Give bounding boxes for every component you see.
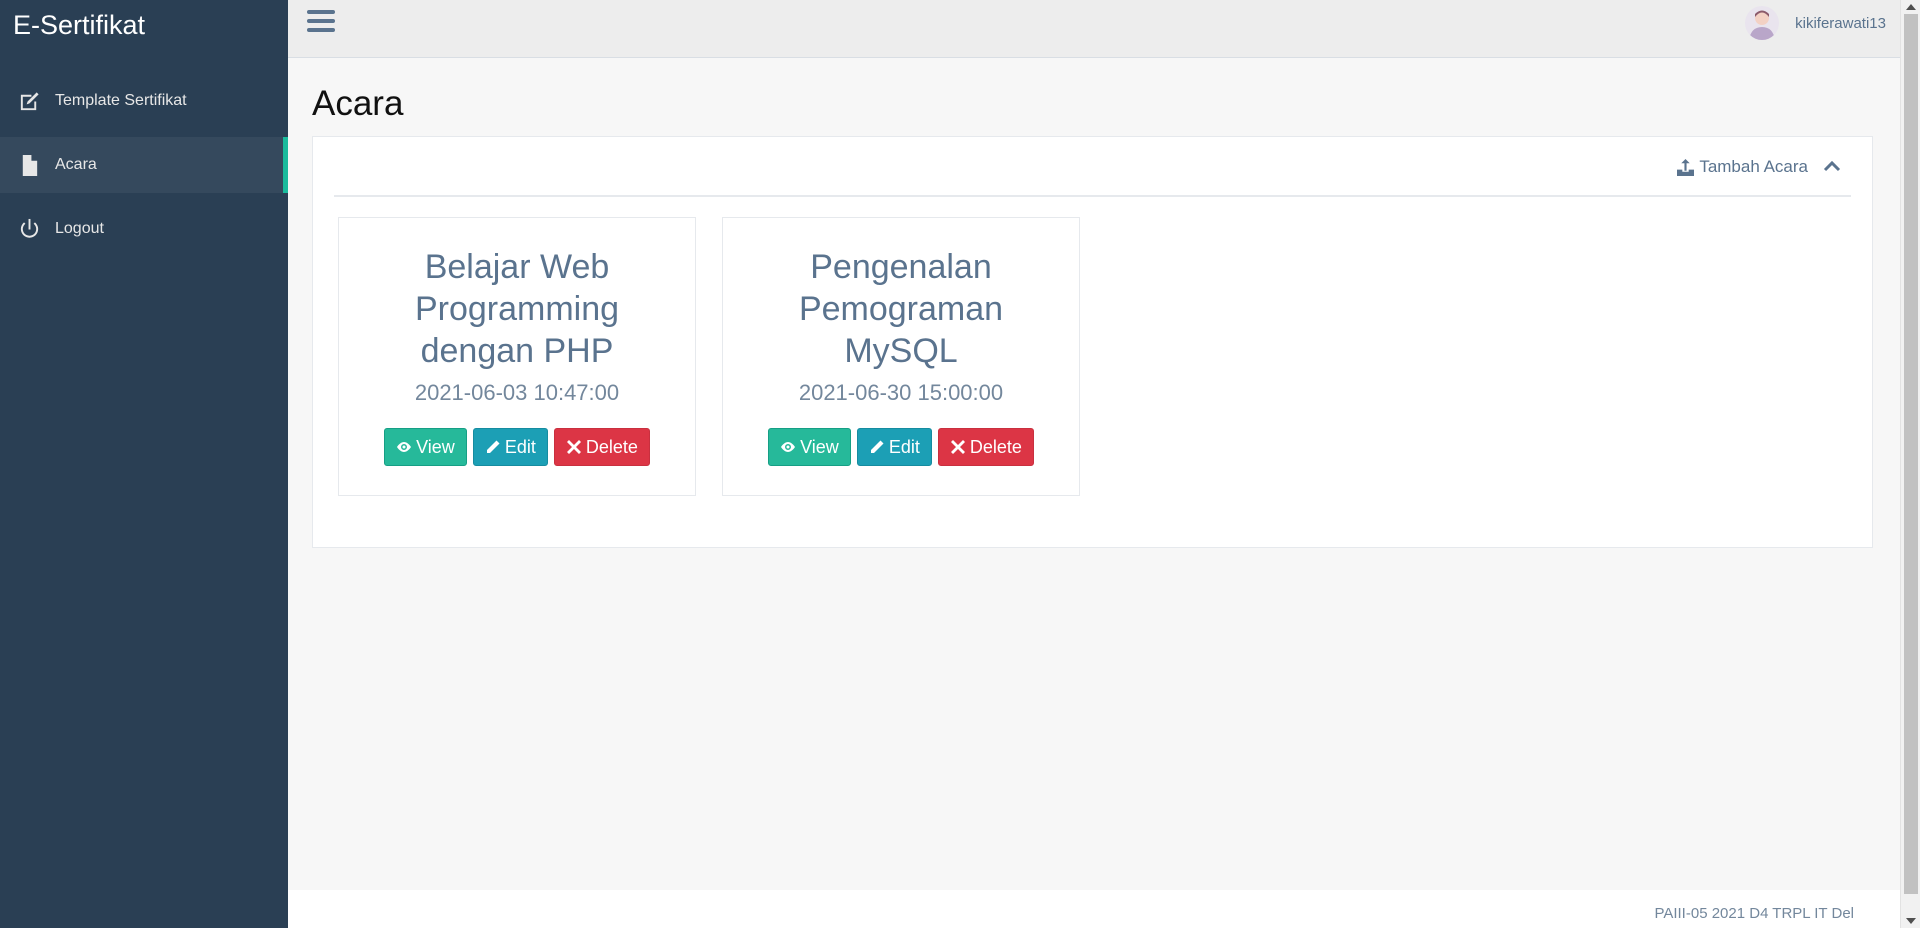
event-actions: View Edit Delete: [723, 428, 1079, 466]
view-button[interactable]: View: [768, 428, 851, 466]
edit-button[interactable]: Edit: [472, 428, 548, 466]
view-label: View: [800, 436, 839, 457]
event-date: 2021-06-03 10:47:00: [414, 380, 620, 405]
event-title: Belajar Web Programming dengan PHP: [414, 248, 620, 370]
vertical-scrollbar[interactable]: [1900, 0, 1920, 928]
add-event-button[interactable]: Tambah Acara: [1677, 157, 1808, 177]
upload-icon: [1677, 158, 1695, 176]
panel-header: Tambah Acara: [334, 137, 1851, 197]
view-label: View: [416, 436, 455, 457]
sidebar-item-template-sertifikat[interactable]: Template Sertifikat: [0, 73, 288, 129]
close-icon: [950, 440, 965, 454]
avatar: [1745, 6, 1780, 40]
sidebar-nav: Template Sertifikat Acara Logout: [0, 73, 288, 257]
top-navbar: kikiferawati13: [288, 0, 1900, 58]
file-icon: [17, 153, 42, 178]
brand-title[interactable]: E-Sertifikat: [0, 0, 288, 54]
add-event-label: Tambah Acara: [1699, 157, 1808, 176]
sidebar-item-label: Acara: [55, 156, 97, 173]
chevron-up-icon[interactable]: [1823, 159, 1841, 173]
eye-icon: [781, 442, 796, 452]
pencil-icon: [486, 440, 500, 453]
delete-button[interactable]: Delete: [937, 428, 1034, 466]
event-card: Belajar Web Programming dengan PHP 2021-…: [338, 217, 696, 496]
sidebar-item-logout[interactable]: Logout: [0, 201, 288, 257]
hamburger-menu-icon[interactable]: [307, 10, 335, 36]
scroll-thumb[interactable]: [1904, 14, 1918, 894]
main-content: Acara Tambah Acara Belajar Web Programmi…: [288, 58, 1900, 890]
sidebar-item-label: Logout: [55, 220, 104, 237]
events-panel: Tambah Acara Belajar Web Programming den…: [312, 136, 1873, 548]
sidebar-item-label: Template Sertifikat: [55, 92, 187, 109]
event-title: Pengenalan Pemograman MySQL: [798, 248, 1004, 370]
edit-label: Edit: [504, 436, 536, 457]
delete-label: Delete: [585, 436, 638, 457]
username: kikiferawati13: [1795, 14, 1886, 32]
footer-text: PAIII-05 2021 D4 TRPL IT Del: [1654, 905, 1854, 922]
power-icon: [17, 217, 42, 242]
close-icon: [566, 440, 581, 454]
footer: PAIII-05 2021 D4 TRPL IT Del: [288, 890, 1900, 928]
delete-button[interactable]: Delete: [553, 428, 650, 466]
scroll-down-arrow-icon[interactable]: [1906, 918, 1916, 924]
edit-label: Edit: [888, 436, 920, 457]
sidebar: E-Sertifikat Template Sertifikat Acara L…: [0, 0, 288, 928]
event-date: 2021-06-30 15:00:00: [798, 380, 1004, 405]
view-button[interactable]: View: [384, 428, 467, 466]
sidebar-item-acara[interactable]: Acara: [0, 137, 288, 193]
scroll-up-arrow-icon[interactable]: [1906, 4, 1916, 10]
pencil-icon: [870, 440, 884, 453]
eye-icon: [397, 442, 412, 452]
page-title: Acara: [312, 84, 404, 123]
edit-button[interactable]: Edit: [856, 428, 932, 466]
edit-icon: [17, 89, 42, 114]
user-menu[interactable]: kikiferawati13: [1745, 6, 1886, 40]
delete-label: Delete: [969, 436, 1022, 457]
event-card: Pengenalan Pemograman MySQL 2021-06-30 1…: [722, 217, 1080, 496]
event-actions: View Edit Delete: [339, 428, 695, 466]
